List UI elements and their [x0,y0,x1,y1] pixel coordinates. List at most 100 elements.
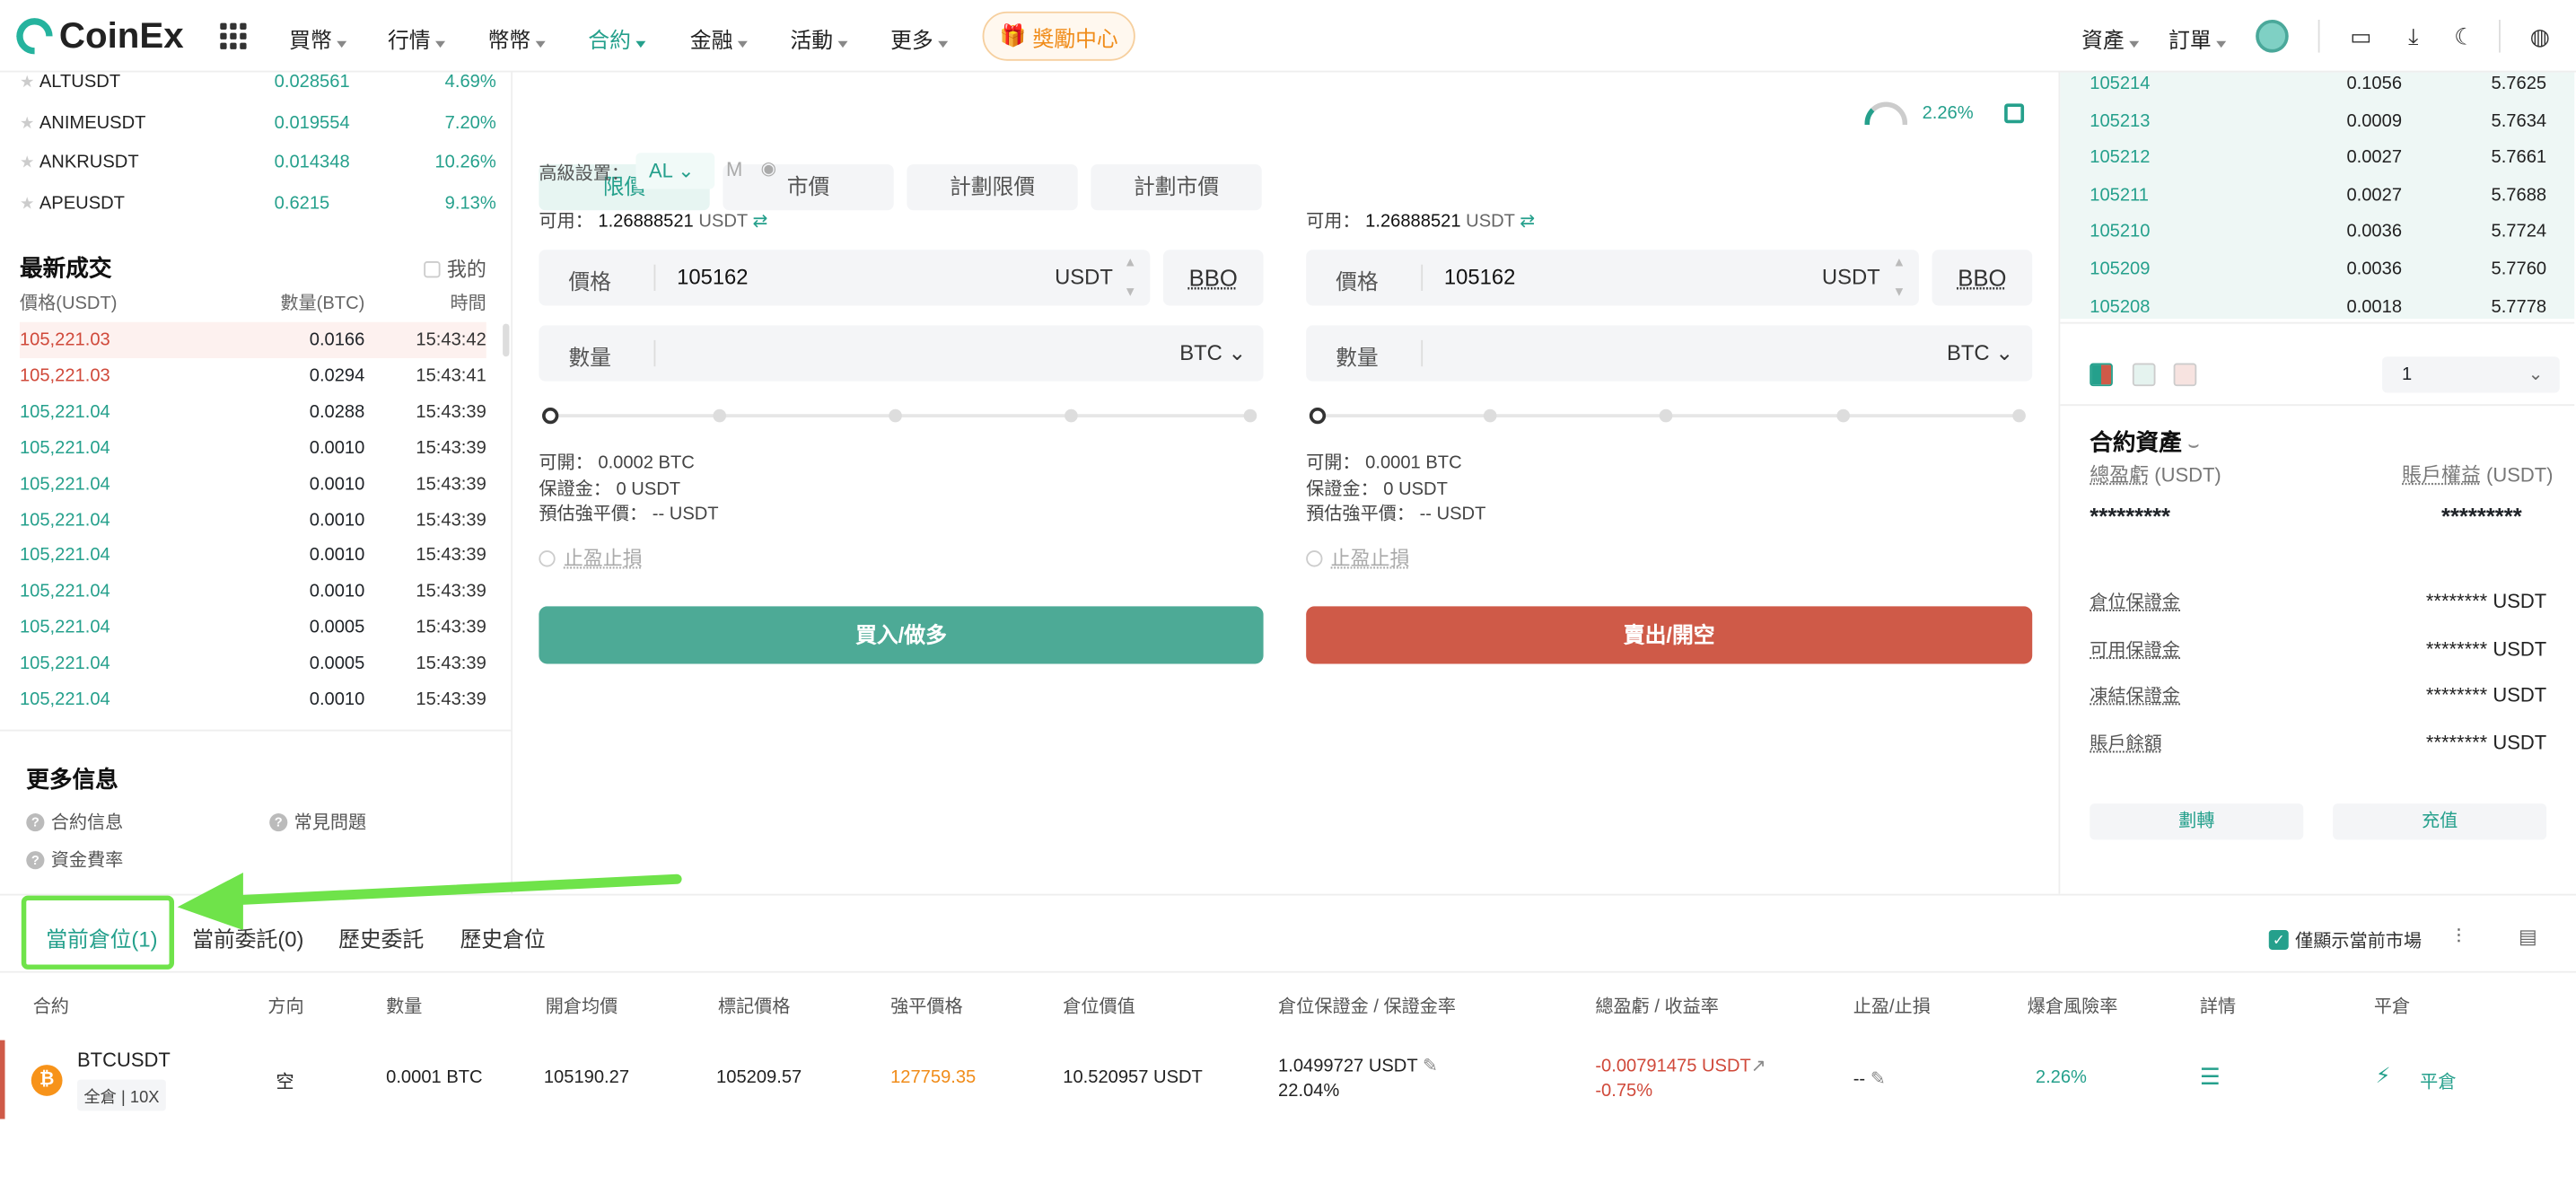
stepper-down-icon[interactable]: ▼ [1124,285,1137,299]
language-globe-icon[interactable]: ◍ [2525,22,2554,51]
market-row[interactable]: ANKRUSDT0.014348 10.26% [20,145,496,180]
document-icon[interactable]: ▤ [2519,926,2537,949]
nav-orders[interactable]: 訂單 [2169,23,2226,55]
question-icon: ? [26,850,45,869]
asset-value: ******** USDT [2425,730,2547,754]
details-list-icon[interactable]: ☰ [2200,1063,2221,1091]
tab-current-positions[interactable]: 當前倉位(1) [46,922,157,953]
orderbook-both-icon[interactable] [2090,363,2113,387]
trade-row: 105,221.03 0.0294 15:43:41 [20,358,486,394]
orderbook-buy-icon[interactable] [2132,363,2156,387]
buy-qty-unit-select[interactable]: BTC ⌄ [1179,340,1246,366]
tab-plan-market[interactable]: 計劃市價 [1091,164,1262,211]
orderbook-row[interactable]: 105210 0.0036 5.7724 [2090,215,2546,250]
trade-row: 105,221.04 0.0010 15:43:39 [20,466,486,502]
buy-long-button[interactable]: 買入/做多 [539,606,1264,664]
transfer-icon[interactable]: ⇄ [1520,212,1535,232]
orderbook-sell-icon[interactable] [2173,363,2197,387]
sell-price-input[interactable]: 105162 [1444,265,1515,289]
position-mode[interactable]: 全倉 | 10X [77,1079,166,1111]
nav-futures[interactable]: 合約 [588,23,645,55]
my-trades-toggle[interactable]: 我的 [424,255,486,283]
nav-buy-crypto[interactable]: 買幣 [289,23,346,55]
buy-price-input[interactable]: 105162 [677,265,748,289]
flash-close-icon[interactable]: ⚡ [2376,1063,2391,1089]
faq-link[interactable]: ? 常見問題 [269,809,366,835]
nav-spot[interactable]: 幣幣 [488,23,546,55]
position-sltp[interactable]: -- ✎ [1853,1068,1886,1090]
trade-price: 105,221.04 [19,402,110,423]
nav-markets[interactable]: 行情 [388,23,445,55]
transfer-icon[interactable]: ⇄ [752,212,767,232]
apps-grid-icon[interactable] [220,22,247,49]
orderbook-row[interactable]: 105209 0.0036 5.7760 [2090,251,2546,287]
advanced-m-button[interactable]: M [726,158,742,181]
only-current-market-toggle[interactable]: ✓ 僅顯示當前市場 [2268,926,2422,952]
depth-precision-select[interactable]: 1 ⌄ [2382,356,2560,393]
contract-info-link[interactable]: ? 合約信息 [26,809,123,835]
transfer-button[interactable]: 劃轉 [2090,803,2304,840]
eye-icon[interactable]: ◉ [760,158,776,180]
checkbox-icon [424,260,441,277]
trade-qty: 0.0005 [309,654,365,674]
asset-row: 倉位保證金 ******** USDT [2090,585,2546,619]
rewards-center-button[interactable]: 🎁 獎勵中心 [982,11,1135,61]
orderbook-row[interactable]: 105212 0.0027 5.7661 [2090,140,2546,176]
sell-sltp-toggle[interactable]: 止盈止損 [1306,544,1410,572]
buy-bbo-button[interactable]: BBO [1162,250,1264,306]
radio-icon [1306,549,1323,566]
dark-mode-icon[interactable]: ☾ [2449,22,2479,51]
layout-grid-icon[interactable] [2004,103,2025,124]
nav-activities[interactable]: 活動 [790,23,847,55]
filter-icon[interactable]: ⫶ [2456,926,2461,950]
coinex-logo[interactable]: CoinEx [8,10,184,62]
buy-slider[interactable] [542,406,1260,426]
share-icon[interactable]: ↗ [1751,1057,1766,1076]
funding-rate-link[interactable]: ? 資金費率 [26,847,123,873]
buy-price-field[interactable]: 價格 105162 USDT ▲ ▼ [539,250,1151,306]
edit-icon[interactable]: ✎ [1423,1057,1438,1076]
stepper-up-icon[interactable]: ▲ [1124,255,1137,269]
tab-plan-limit[interactable]: 計劃限價 [907,164,1078,211]
market-row[interactable]: APEUSDT0.6215 9.13% [20,185,496,221]
position-symbol[interactable]: BTCUSDT [77,1049,171,1072]
download-icon[interactable]: ⤓ [2398,22,2428,51]
close-position-button[interactable]: 平倉 [2420,1068,2456,1094]
sell-bbo-button[interactable]: BBO [1932,250,2033,306]
trade-row: 105,221.04 0.0005 15:43:39 [20,610,486,645]
stepper-up-icon[interactable]: ▲ [1893,255,1906,269]
edit-icon[interactable]: ✎ [1871,1070,1886,1090]
tab-market[interactable]: 市價 [723,164,894,211]
buy-qty-field[interactable]: 數量 BTC ⌄ [539,325,1264,382]
stepper-down-icon[interactable]: ▼ [1893,285,1906,299]
sell-qty-unit-select[interactable]: BTC ⌄ [1947,340,2013,366]
ob-price: 105213 [2090,110,2151,131]
sell-price-field[interactable]: 價格 105162 USDT ▲ ▼ [1306,250,1919,306]
sell-qty-field[interactable]: 數量 BTC ⌄ [1306,325,2033,382]
nav-more[interactable]: 更多 [890,23,948,55]
sell-slider[interactable] [1309,406,2029,426]
orderbook-row[interactable]: 105213 0.0009 5.7634 [2090,103,2546,139]
nav-assets[interactable]: 資產 [2081,23,2139,55]
orderbook-row[interactable]: 105211 0.0027 5.7688 [2090,177,2546,213]
trade-price: 105,221.04 [19,618,110,638]
latest-trades-title: 最新成交 [19,254,112,281]
trade-time: 15:43:39 [416,474,486,495]
trades-scrollbar[interactable] [503,323,510,357]
tab-position-history[interactable]: 歷史倉位 [460,922,546,953]
user-avatar[interactable] [2256,19,2289,53]
tab-open-orders[interactable]: 當前委託(0) [192,922,303,953]
hide-eye-icon[interactable]: ⌣ [2188,437,2199,455]
trade-price: 105,221.04 [19,546,110,566]
market-row[interactable]: ANIMEUSDT0.019554 7.20% [20,104,496,140]
advanced-mode-select[interactable]: AL ⌄ [635,153,715,189]
tab-order-history[interactable]: 歷史委託 [338,922,424,953]
message-icon[interactable]: ▭ [2346,22,2376,51]
header-qty: 數量(BTC) [280,294,365,314]
buy-sltp-toggle[interactable]: 止盈止損 [539,544,643,572]
sell-short-button[interactable]: 賣出/開空 [1306,606,2033,664]
nav-finance[interactable]: 金融 [690,23,748,55]
trade-time: 15:43:39 [416,438,486,459]
orderbook-row[interactable]: 105208 0.0018 5.7778 [2090,288,2546,324]
deposit-button[interactable]: 充值 [2333,803,2547,840]
